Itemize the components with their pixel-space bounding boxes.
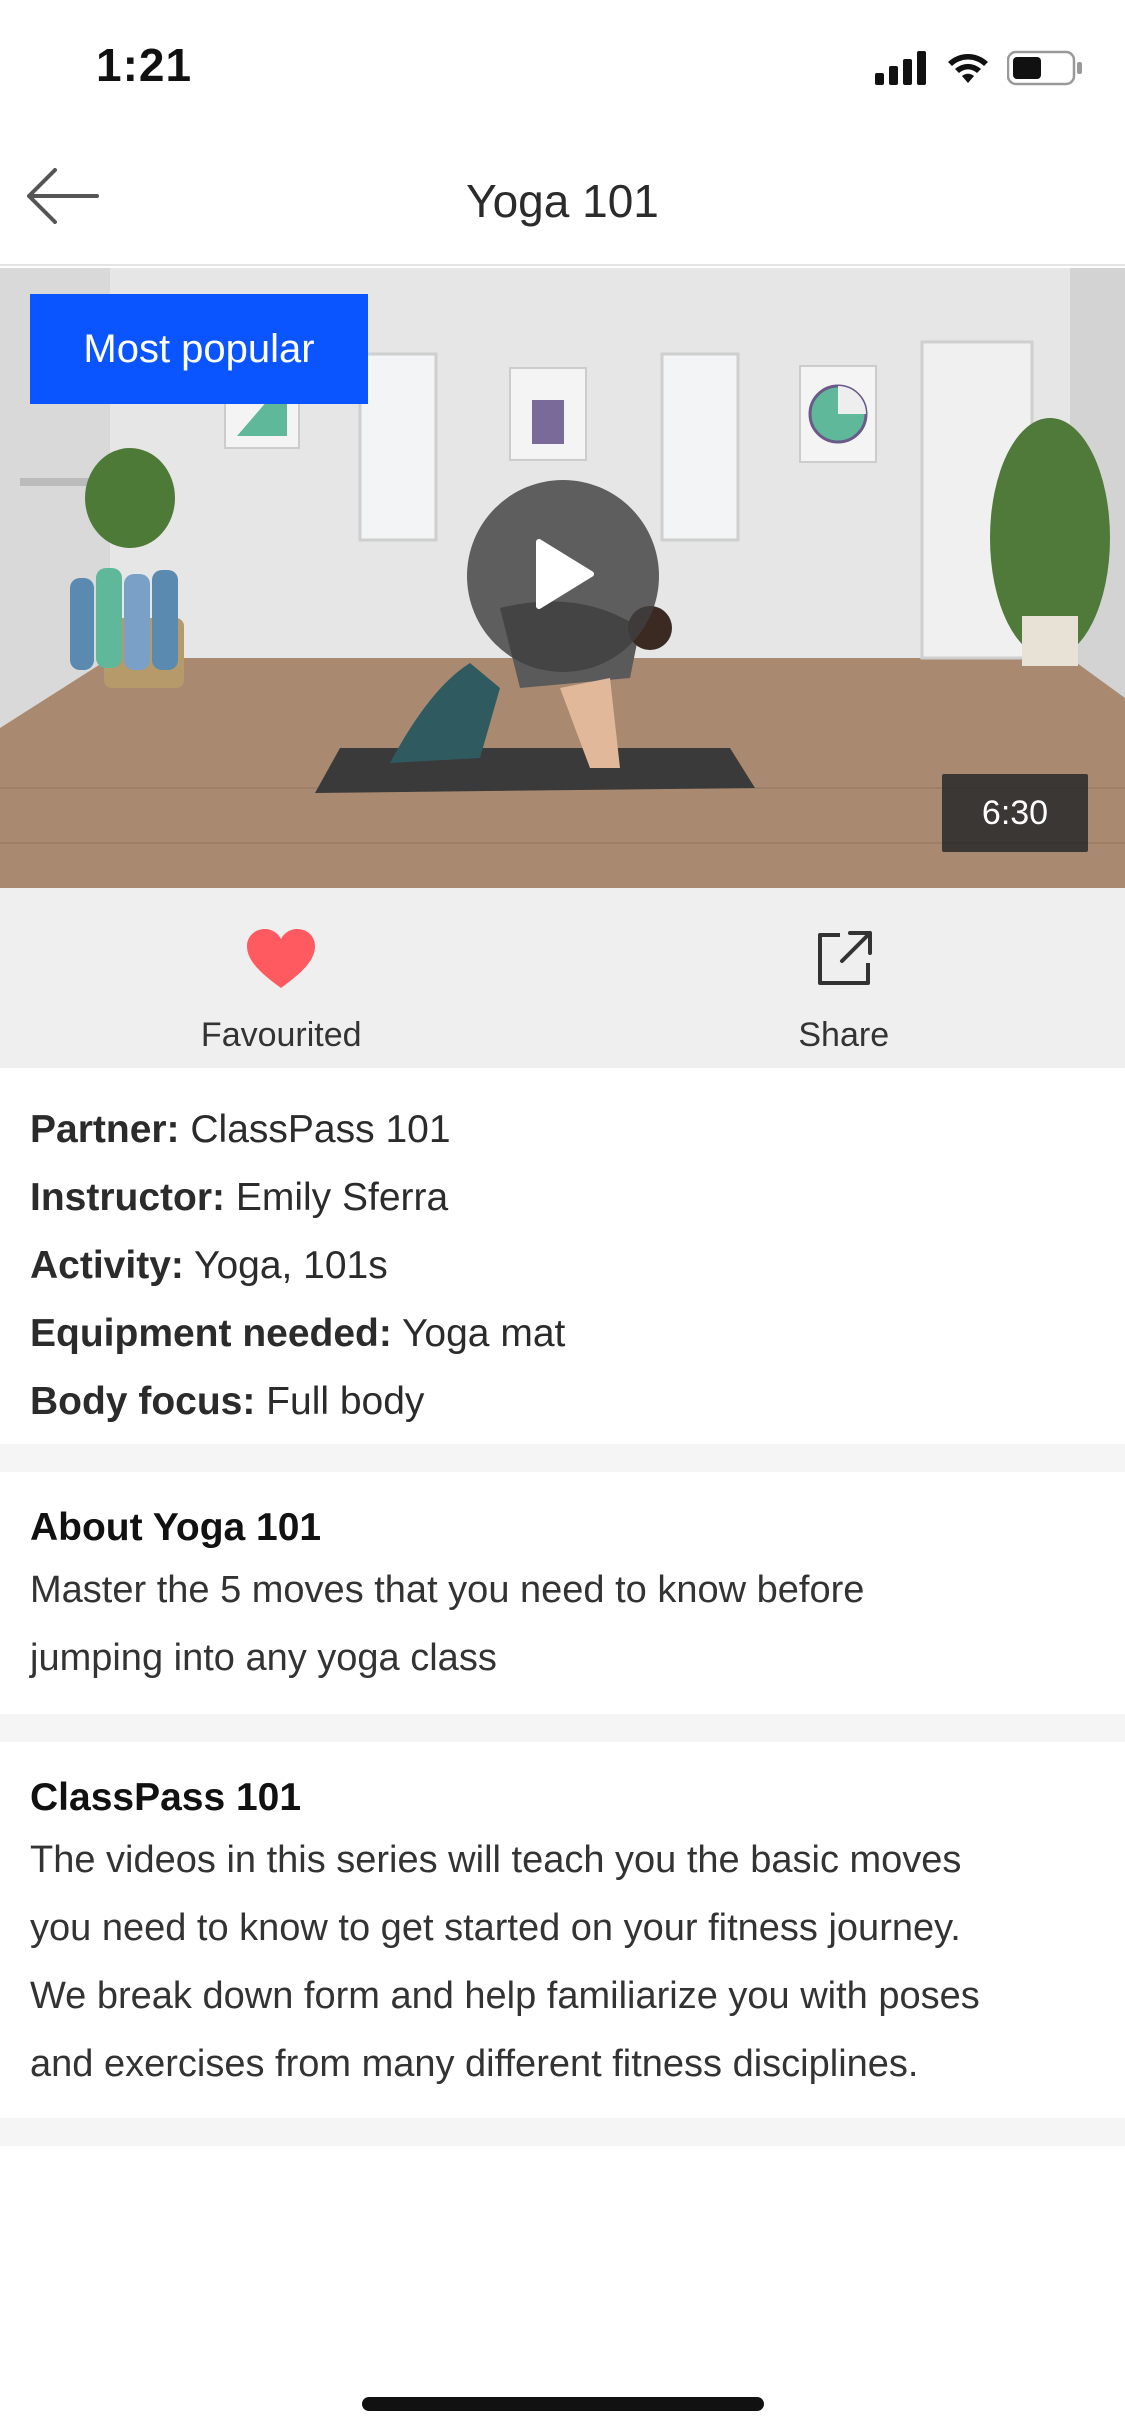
wifi-icon (945, 51, 991, 90)
detail-key: Partner: (30, 1108, 180, 1151)
detail-key: Body focus: (30, 1380, 256, 1423)
video-duration: 6:30 (942, 774, 1088, 852)
screen: 1:21 Yoga 101 Most popular 6:30 Favourit… (0, 0, 1125, 2436)
status-icons (875, 50, 1083, 90)
page-title: Yoga 101 (466, 175, 659, 227)
detail-key: Instructor: (30, 1176, 225, 1219)
detail-value: Yoga, 101s (183, 1244, 388, 1287)
play-button[interactable] (467, 480, 659, 672)
play-icon (531, 538, 595, 615)
favourite-label: Favourited (200, 1016, 362, 1054)
battery-icon (1006, 50, 1083, 91)
detail-body-focus: Body focus: Full body (30, 1368, 1095, 1436)
series-line: The videos in this series will teach you… (30, 1839, 962, 1881)
class-details: Partner: ClassPass 101 Instructor: Emily… (0, 1068, 1125, 1436)
divider (0, 1444, 1125, 1472)
detail-value: Full body (255, 1380, 425, 1423)
detail-partner: Partner: ClassPass 101 (30, 1096, 1095, 1164)
share-icon (814, 924, 874, 994)
series-line: We break down form and help familiarize … (30, 1975, 980, 2017)
favourite-button[interactable]: Favourited (0, 888, 563, 1068)
detail-value: Yoga mat (391, 1312, 566, 1355)
detail-instructor: Instructor: Emily Sferra (30, 1164, 1095, 1232)
video-player[interactable]: Most popular 6:30 (0, 268, 1125, 888)
about-line: Master the 5 moves that you need to know… (30, 1569, 865, 1611)
about-section: About Yoga 101 Master the 5 moves that y… (0, 1500, 1125, 1692)
signal-icon (875, 50, 929, 90)
share-button[interactable]: Share (563, 888, 1125, 1068)
detail-equipment: Equipment needed: Yoga mat (30, 1300, 1095, 1368)
series-title: ClassPass 101 (30, 1776, 302, 1819)
detail-value: Emily Sferra (225, 1176, 449, 1219)
series-section: ClassPass 101 The videos in this series … (0, 1770, 1125, 2098)
heart-icon (245, 924, 317, 994)
status-bar: 1:21 (0, 0, 1125, 130)
about-line: jumping into any yoga class (30, 1637, 497, 1679)
about-title: About Yoga 101 (30, 1506, 322, 1549)
series-line: and exercises from many different fitnes… (30, 2043, 919, 2085)
divider (0, 2118, 1125, 2146)
nav-header: Yoga 101 (0, 130, 1125, 266)
status-time: 1:21 (96, 39, 193, 91)
divider (0, 1714, 1125, 1742)
share-label: Share (798, 1016, 890, 1054)
detail-key: Equipment needed: (30, 1312, 392, 1355)
detail-activity: Activity: Yoga, 101s (30, 1232, 1095, 1300)
most-popular-badge: Most popular (30, 294, 368, 404)
action-bar: Favourited Share (0, 888, 1125, 1068)
home-indicator (362, 2397, 764, 2411)
detail-value: ClassPass 101 (179, 1108, 451, 1151)
series-line: you need to know to get started on your … (30, 1907, 961, 1949)
detail-key: Activity: (30, 1244, 184, 1287)
